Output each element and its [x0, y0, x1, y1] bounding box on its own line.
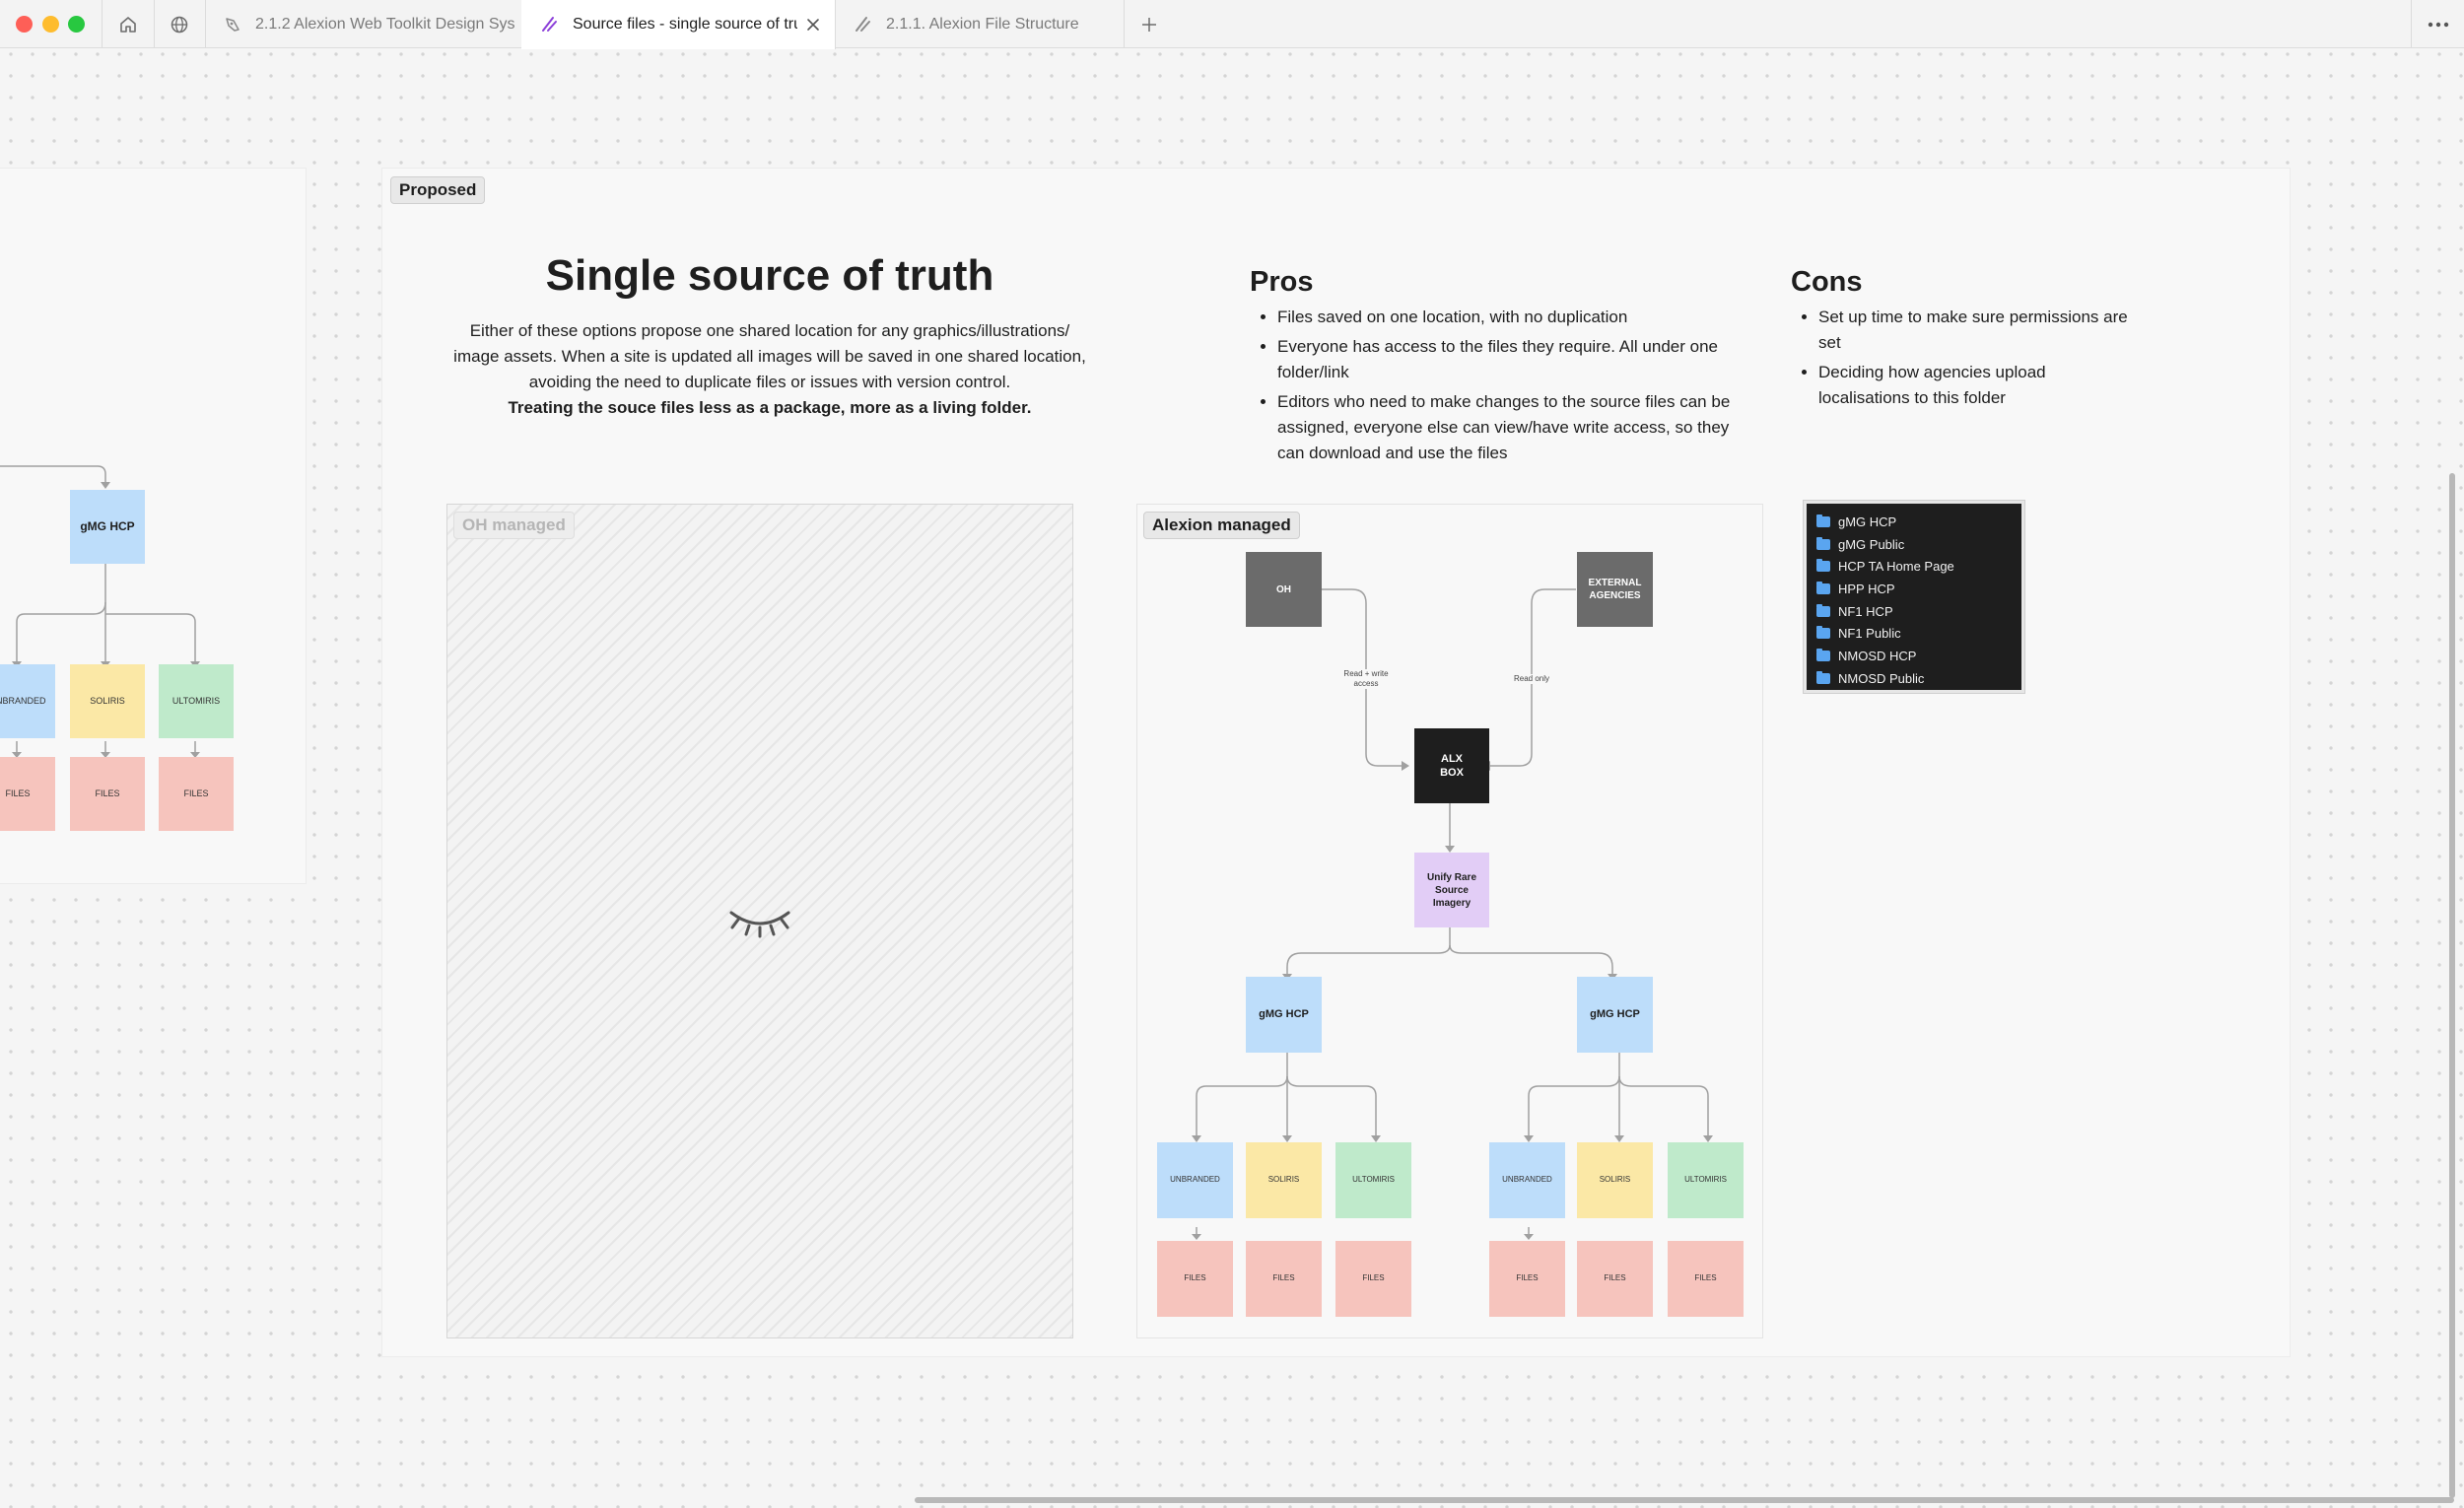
design-file-icon [224, 16, 241, 34]
folder-icon [1816, 581, 1830, 594]
alexion-managed-panel[interactable]: Alexion managed OH EXTERNAL AGENCIES Rea… [1136, 504, 1763, 1338]
folder-icon [1816, 603, 1830, 617]
folder-icon [1816, 670, 1830, 684]
list-item: Deciding how agencies upload localisatio… [1818, 360, 2136, 411]
flow-node-files[interactable]: FILES [1157, 1241, 1233, 1317]
tab-label: 2.1.1. Alexion File Structure [886, 15, 1079, 33]
folder-label: NMOSD HCP [1838, 648, 1917, 663]
vertical-scrollbar[interactable] [2449, 473, 2455, 1498]
community-button[interactable] [154, 0, 206, 48]
new-tab-button[interactable] [1124, 0, 1175, 48]
flow-node-files[interactable]: FILES [1335, 1241, 1411, 1317]
flow-node-alx-box[interactable]: ALX BOX [1414, 728, 1489, 803]
list-item: Files saved on one location, with no dup… [1277, 305, 1743, 330]
section-description: Either of these options propose one shar… [447, 318, 1092, 421]
list-item: Everyone has access to the files they re… [1277, 334, 1743, 385]
flow-node-soliris[interactable]: SOLIRIS [1246, 1142, 1322, 1218]
flow-node-soliris[interactable]: SOLIRIS [1577, 1142, 1653, 1218]
folder-label: NF1 Public [1838, 626, 1901, 642]
close-window-button[interactable] [16, 16, 33, 33]
minimize-window-button[interactable] [42, 16, 59, 33]
flow-node-gmg-hcp[interactable]: gMG HCP [1577, 977, 1653, 1053]
globe-icon [171, 16, 188, 33]
list-item: Editors who need to make changes to the … [1277, 389, 1743, 466]
list-item: Set up time to make sure permissions are… [1818, 305, 2136, 356]
title-bar: 2.1.2 Alexion Web Toolkit Design Sys Sou… [0, 0, 2464, 49]
cons-list: Set up time to make sure permissions are… [1791, 305, 2136, 411]
flow-node-ultomiris[interactable]: ULTOMIRIS [1335, 1142, 1411, 1218]
flow-node-unbranded[interactable]: UNBRANDED [1489, 1142, 1565, 1218]
folder-label: gMG HCP [1838, 514, 1897, 529]
plus-icon [1142, 17, 1156, 32]
home-icon [120, 16, 136, 33]
folder-item[interactable]: HPP HCP [1816, 578, 2012, 600]
folder-item[interactable]: NMOSD Public [1816, 667, 2012, 690]
folder-label: HPP HCP [1838, 581, 1895, 596]
tab-label: 2.1.2 Alexion Web Toolkit Design Sys [255, 15, 515, 33]
description-emphasis: Treating the souce files less as a packa… [508, 398, 1032, 417]
folder-icon [1816, 648, 1830, 661]
flow-node-files[interactable]: FILES [1577, 1241, 1653, 1317]
flow-node-unify-rare[interactable]: Unify Rare Source Imagery [1414, 853, 1489, 927]
cons-heading: Cons [1791, 266, 1863, 298]
alexion-managed-badge: Alexion managed [1143, 512, 1300, 539]
oh-managed-panel[interactable]: OH managed [446, 504, 1073, 1338]
tree-node-files[interactable]: FILES [0, 757, 55, 831]
folder-icon [1816, 626, 1830, 640]
folder-item[interactable]: gMG Public [1816, 533, 2012, 556]
flow-node-ultomiris[interactable]: ULTOMIRIS [1668, 1142, 1744, 1218]
tab-file-structure[interactable]: 2.1.1. Alexion File Structure [835, 0, 1125, 48]
oh-managed-badge: OH managed [453, 512, 575, 539]
flow-node-gmg-hcp[interactable]: gMG HCP [1246, 977, 1322, 1053]
flow-node-external-agencies[interactable]: EXTERNAL AGENCIES [1577, 552, 1653, 627]
tree-node-files[interactable]: FILES [159, 757, 234, 831]
read-write-label: Read + write access [1338, 669, 1394, 689]
flow-node-unbranded[interactable]: UNBRANDED [1157, 1142, 1233, 1218]
flow-node-files[interactable]: FILES [1246, 1241, 1322, 1317]
more-options-button[interactable] [2411, 0, 2464, 48]
folder-item[interactable]: NF1 Public [1816, 622, 2012, 645]
folder-item[interactable]: NMOSD HCP [1816, 645, 2012, 667]
read-only-label: Read only [1507, 674, 1556, 684]
flow-node-files[interactable]: FILES [1489, 1241, 1565, 1317]
tree-node-unbranded[interactable]: UNBRANDED [0, 664, 55, 738]
closed-eye-icon [729, 911, 790, 938]
flow-node-oh[interactable]: OH [1246, 552, 1322, 627]
figjam-file-icon [539, 15, 559, 34]
cons-section: Cons Set up time to make sure permission… [1791, 266, 2136, 415]
tab-design-system[interactable]: 2.1.2 Alexion Web Toolkit Design Sys [206, 0, 522, 48]
folder-item[interactable]: gMG HCP [1816, 511, 2012, 533]
folder-label: HCP TA Home Page [1838, 559, 1954, 575]
zoom-window-button[interactable] [68, 16, 85, 33]
pros-section: Pros Files saved on one location, with n… [1250, 266, 1743, 470]
description-text: Either of these options propose one shar… [453, 321, 1086, 391]
folder-list[interactable]: gMG HCP gMG Public HCP TA Home Page HPP HCP… [1803, 500, 2025, 694]
left-frame[interactable]: gMG HCP UNBRANDED SOLIRIS ULTOMIRIS FILE… [0, 168, 307, 884]
tree-node-root[interactable]: gMG HCP [70, 490, 145, 564]
tree-node-ultomiris[interactable]: ULTOMIRIS [159, 664, 234, 738]
folder-item[interactable]: NF1 HCP [1816, 600, 2012, 623]
folder-label: NF1 HCP [1838, 603, 1893, 619]
figjam-file-icon [853, 15, 872, 34]
folder-item[interactable]: HCP TA Home Page [1816, 555, 2012, 578]
folder-icon [1816, 514, 1830, 527]
horizontal-scrollbar[interactable] [915, 1497, 2454, 1503]
tree-node-files[interactable]: FILES [70, 757, 145, 831]
close-tab-icon[interactable] [805, 17, 821, 33]
tree-node-soliris[interactable]: SOLIRIS [70, 664, 145, 738]
proposed-badge: Proposed [390, 176, 486, 204]
folder-icon [1816, 536, 1830, 550]
pros-heading: Pros [1250, 266, 1314, 298]
proposed-frame[interactable]: Proposed Single source of truth Either o… [381, 168, 2291, 1357]
tab-source-files[interactable]: Source files - single source of tru [521, 0, 836, 49]
section-title: Single source of truth [545, 251, 994, 300]
home-button[interactable] [102, 0, 155, 48]
folder-label: NMOSD Public [1838, 670, 1925, 686]
tab-label: Source files - single source of tru [573, 16, 797, 33]
pros-list: Files saved on one location, with no dup… [1250, 305, 1743, 466]
more-horizontal-icon [2428, 22, 2449, 27]
folder-icon [1816, 559, 1830, 573]
flow-node-files[interactable]: FILES [1668, 1241, 1744, 1317]
folder-label: gMG Public [1838, 536, 1905, 552]
